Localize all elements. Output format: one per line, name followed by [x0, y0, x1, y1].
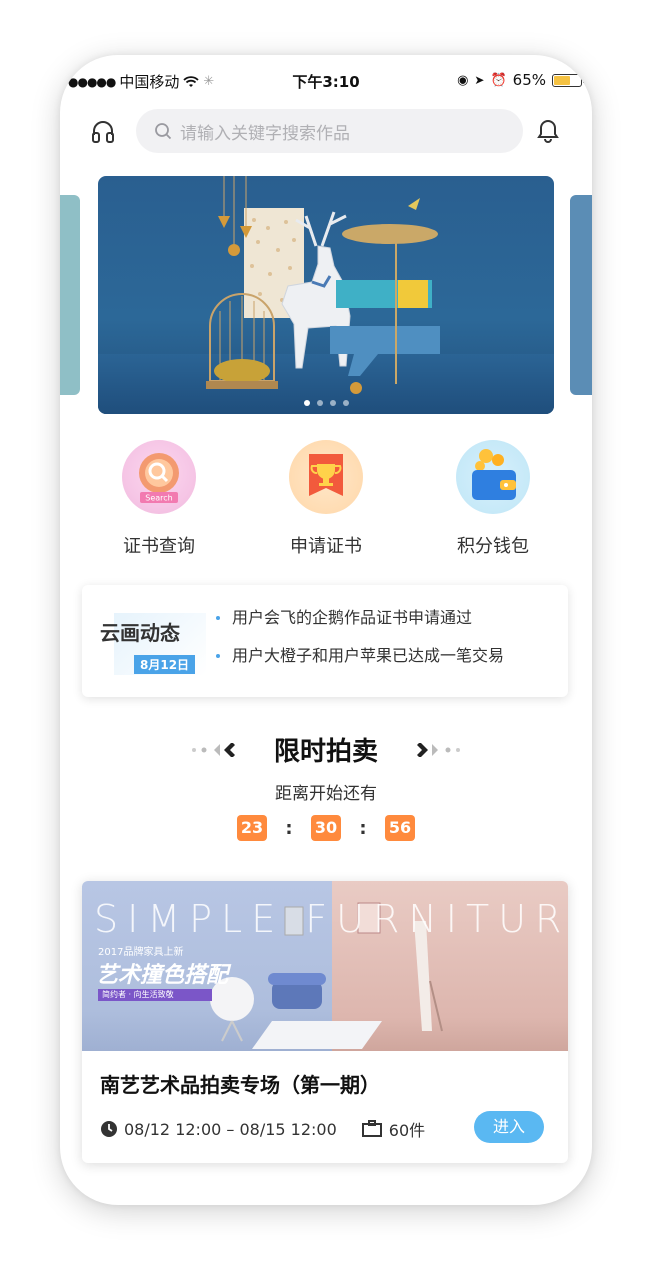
news-list: 用户会飞的企鹅作品证书申请通过 用户大橙子和用户苹果已达成一笔交易 [214, 599, 504, 675]
auction-subtitle: 距离开始还有 [275, 784, 377, 804]
auction-time-range: 08/12 12:00 – 08/15 12:00 [124, 1119, 337, 1139]
search-icon [155, 123, 172, 140]
auction-name: 南艺艺术品拍卖专场（第一期） [100, 1073, 380, 1097]
search-badge-text: Search [145, 494, 172, 503]
cover-line-2: 艺术撞色搭配 [96, 963, 229, 988]
headset-icon[interactable] [90, 119, 116, 145]
quick-entry-certificate-search[interactable]: Search 证书查询 [84, 440, 234, 558]
auction-meta: 08/12 12:00 – 08/15 12:00 60件 [100, 1117, 425, 1141]
certificate-search-graphic: Search [139, 453, 179, 503]
pager-dot[interactable] [316, 400, 323, 406]
lock-rotation-icon: ◉ [457, 72, 469, 88]
banner-carousel[interactable] [98, 176, 554, 414]
quick-entry-label: 证书查询 [123, 536, 195, 557]
status-bar: ●●●●● 中国移动 ✳ 下午3:10 ◉ ➤ ⏰ 65% [60, 69, 592, 95]
quick-entry-label: 积分钱包 [457, 536, 529, 557]
auction-cover-image: SIMPLE FURNITURE 2017品牌家具上新 艺术撞色搭配 简约者 ·… [82, 881, 568, 1051]
banner-prev-peek[interactable] [60, 195, 80, 395]
quick-entries: Search 证书查询 申请证书 积分钱包 [60, 440, 592, 560]
auction-count: 60件 [361, 1117, 425, 1141]
box-icon [361, 1120, 382, 1137]
battery-icon [552, 73, 585, 87]
news-item[interactable]: 用户大橙子和用户苹果已达成一笔交易 [214, 637, 504, 675]
title-deco-right-icon [410, 743, 460, 757]
trophy-banner-graphic [309, 454, 343, 496]
bell-icon[interactable] [534, 117, 562, 145]
countdown-hours: 23 [237, 815, 267, 841]
banner-pager [98, 400, 554, 406]
wallet-coins-graphic [472, 449, 516, 500]
quick-entry-points-wallet[interactable]: 积分钱包 [418, 440, 568, 558]
auction-item-count: 60件 [388, 1121, 426, 1140]
cover-line-3: 简约者 · 向生活致敬 [98, 989, 212, 1001]
news-date-badge: 8月12日 [134, 655, 196, 674]
trophy-banner-icon [289, 440, 363, 514]
battery-fill [554, 75, 570, 85]
battery-percent: 65% [512, 71, 546, 89]
banner-next-peek[interactable] [570, 195, 592, 395]
quick-entry-apply-certificate[interactable]: 申请证书 [251, 440, 401, 558]
clock-icon [101, 1121, 117, 1137]
pager-dot[interactable] [303, 400, 310, 406]
news-title: 云画动态 [100, 621, 180, 645]
news-card[interactable]: 云画动态 8月12日 用户会飞的企鹅作品证书申请通过 用户大橙子和用户苹果已达成… [82, 585, 568, 697]
news-logo: 云画动态 8月12日 [96, 607, 206, 677]
alarm-icon: ⏰ [490, 72, 507, 88]
enter-button[interactable]: 进入 [474, 1111, 544, 1143]
banner-illustration [206, 176, 440, 394]
countdown-seconds: 56 [385, 815, 415, 841]
pager-dot[interactable] [329, 400, 336, 406]
certificate-search-icon: Search [122, 440, 196, 514]
wallet-coins-icon [456, 440, 530, 514]
location-icon: ➤ [474, 73, 485, 87]
search-input[interactable]: 请输入关键字搜索作品 [180, 119, 350, 144]
pager-dot[interactable] [342, 400, 349, 406]
header: 请输入关键字搜索作品 [60, 107, 592, 155]
phone-screen: ●●●●● 中国移动 ✳ 下午3:10 ◉ ➤ ⏰ 65% 请输入关键字搜索作品… [60, 55, 592, 1205]
status-right: ◉ ➤ ⏰ 65% [457, 71, 585, 89]
cover-headline: SIMPLE FURNITURE [94, 897, 568, 941]
countdown-separator: : [359, 817, 367, 839]
countdown-timer: 23 : 30 : 56 [60, 815, 592, 841]
auction-card[interactable]: SIMPLE FURNITURE 2017品牌家具上新 艺术撞色搭配 简约者 ·… [82, 881, 568, 1163]
countdown-minutes: 30 [311, 815, 341, 841]
countdown-separator: : [285, 817, 293, 839]
quick-entry-label: 申请证书 [290, 536, 362, 557]
search-bar[interactable]: 请输入关键字搜索作品 [136, 109, 523, 153]
cover-line-1: 2017品牌家具上新 [98, 947, 184, 958]
news-item[interactable]: 用户会飞的企鹅作品证书申请通过 [214, 599, 504, 637]
auction-title: 限时拍卖 [273, 737, 378, 767]
